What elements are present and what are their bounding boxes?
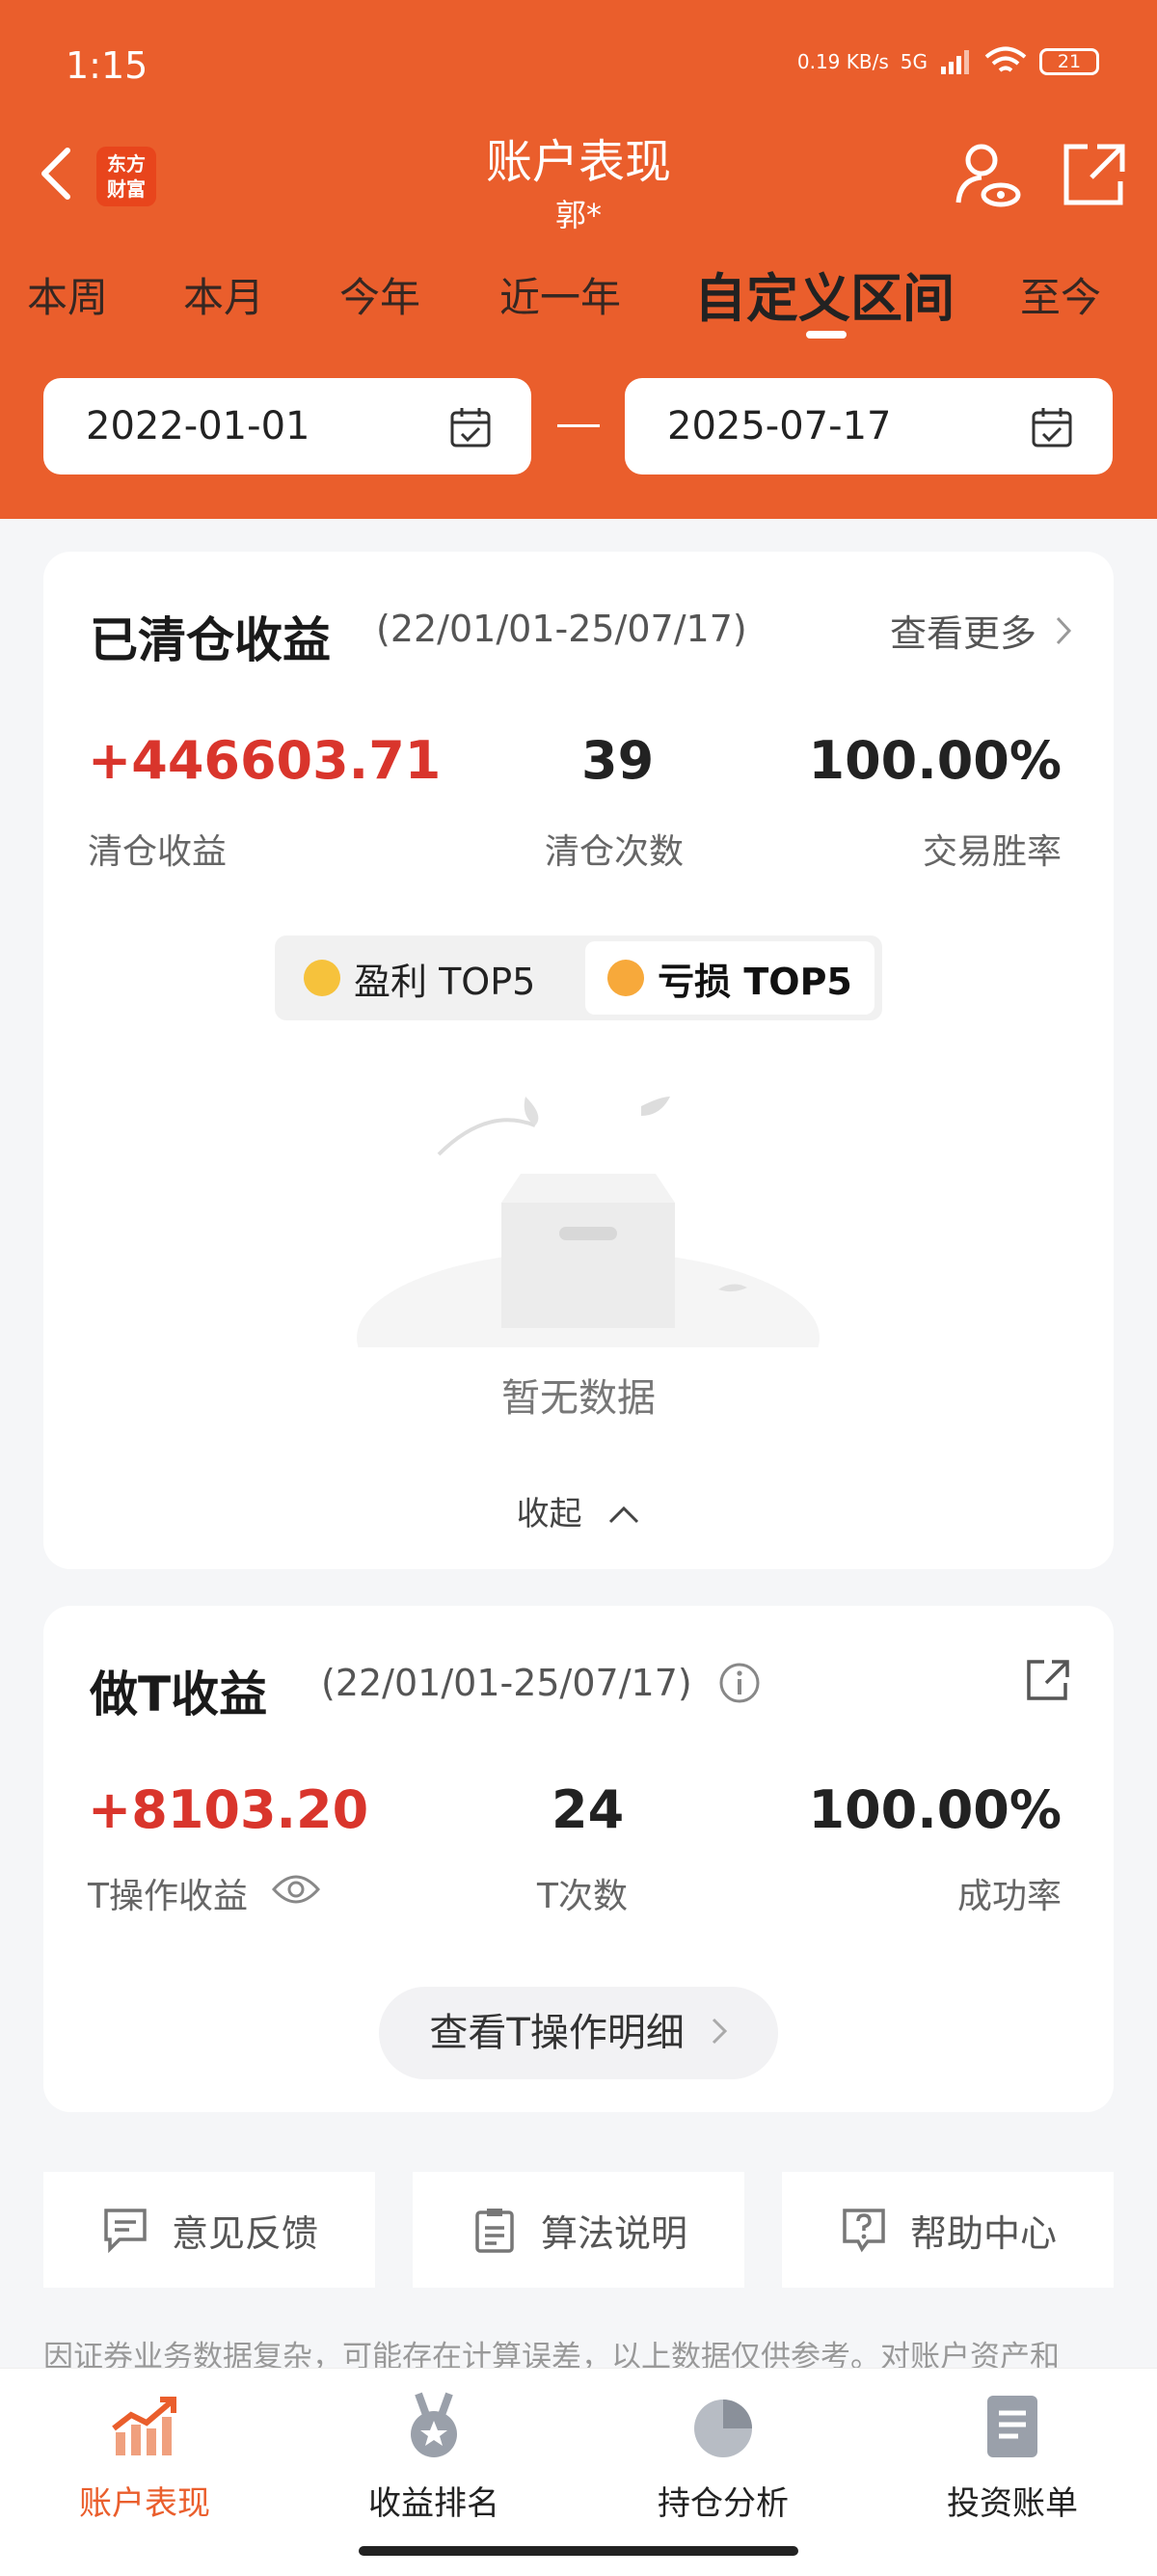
- chevron-right-icon: [712, 2018, 727, 2045]
- t-profit-value: +8103.20: [88, 1779, 369, 1840]
- top5-toggle: 盈利 TOP5 亏损 TOP5: [275, 935, 882, 1020]
- profit-top5-option[interactable]: 盈利 TOP5: [304, 941, 535, 1015]
- battery-icon: 21: [1039, 48, 1099, 75]
- status-time: 1:15: [66, 44, 148, 87]
- t-count-value: 24: [552, 1779, 625, 1840]
- win-rate-value: 100.00%: [808, 730, 1063, 791]
- signal-icon: [941, 50, 969, 74]
- feedback-button[interactable]: 意见反馈: [43, 2172, 375, 2288]
- t-trade-title: 做T收益: [90, 1667, 268, 1722]
- calendar-icon: [450, 408, 491, 447]
- cleared-profit-label: 清仓收益: [88, 832, 228, 872]
- success-rate-value: 100.00%: [808, 1779, 1063, 1840]
- loss-top5-option[interactable]: 亏损 TOP5: [585, 941, 874, 1015]
- cleared-profit-value: +446603.71: [88, 730, 442, 791]
- tabbar-profit-ranking[interactable]: 收益排名: [289, 2390, 578, 2524]
- chevron-up-icon: [609, 1505, 639, 1524]
- chart-up-icon: [112, 2397, 176, 2455]
- network-speed: 0.19 KB/s: [796, 50, 889, 73]
- clipboard-icon: [475, 2209, 514, 2253]
- medal-icon: [411, 2392, 457, 2457]
- cleared-profit-card: 已清仓收益 (22/01/01-25/07/17) 查看更多 +446603.7…: [43, 552, 1114, 1569]
- tab-year[interactable]: 今年: [339, 265, 420, 324]
- feedback-label: 意见反馈: [171, 2211, 318, 2255]
- help-button[interactable]: 帮助中心: [782, 2172, 1114, 2288]
- crying-emoji-icon: [607, 960, 645, 996]
- success-rate-label: 成功率: [956, 1877, 1062, 1916]
- account-view-icon[interactable]: [953, 139, 1024, 210]
- cleared-count-value: 39: [581, 730, 655, 791]
- tabbar-label-ranking: 收益排名: [368, 2484, 499, 2523]
- home-indicator: [359, 2546, 798, 2556]
- collapse-button[interactable]: 收起: [43, 1487, 1114, 1534]
- view-more-link[interactable]: 查看更多: [890, 604, 1073, 657]
- export-icon[interactable]: [1023, 1654, 1073, 1704]
- cleared-count-label: 清仓次数: [545, 832, 685, 872]
- empty-box-illustration: [357, 1097, 820, 1347]
- chevron-right-icon: [1056, 616, 1072, 644]
- t-trade-card: 做T收益 (22/01/01-25/07/17) +8103.20 T操作收益 …: [43, 1606, 1114, 2112]
- profit-top5-label: 盈利 TOP5: [354, 960, 536, 1003]
- battery-level: 21: [1057, 51, 1082, 72]
- tab-month[interactable]: 本月: [183, 265, 264, 324]
- start-date-value: 2022-01-01: [86, 404, 310, 448]
- end-date-value: 2025-07-17: [667, 404, 892, 448]
- bill-icon: [987, 2396, 1037, 2457]
- active-tab-indicator: [806, 331, 847, 339]
- win-rate-label: 交易胜率: [922, 832, 1062, 872]
- share-icon[interactable]: [1059, 139, 1130, 210]
- network-type: 5G: [900, 50, 928, 73]
- tabbar-position-analysis[interactable]: 持仓分析: [578, 2390, 868, 2524]
- empty-state-text: 暂无数据: [501, 1376, 656, 1421]
- t-count-label: T次数: [537, 1877, 628, 1916]
- help-label: 帮助中心: [909, 2211, 1057, 2255]
- t-detail-button[interactable]: 查看T操作明细: [379, 1987, 778, 2079]
- navbar: 东方 财富 账户表现 郭*: [0, 116, 1157, 233]
- t-trade-range: (22/01/01-25/07/17): [321, 1662, 692, 1704]
- help-icon: [843, 2209, 885, 2253]
- t-profit-label: T操作收益: [88, 1877, 248, 1916]
- tab-last-year[interactable]: 近一年: [499, 265, 621, 324]
- loss-top5-label: 亏损 TOP5: [658, 960, 852, 1003]
- tabbar-investment-bill[interactable]: 投资账单: [868, 2390, 1157, 2524]
- date-separator: [557, 424, 600, 427]
- cleared-range: (22/01/01-25/07/17): [376, 608, 747, 650]
- tab-all-time[interactable]: 至今: [1020, 265, 1101, 324]
- pie-chart-icon: [694, 2400, 752, 2457]
- tabbar-label-analysis: 持仓分析: [658, 2484, 789, 2523]
- info-icon[interactable]: [718, 1662, 761, 1704]
- status-bar: 1:15 0.19 KB/s 5G 21: [66, 39, 1099, 96]
- tabbar-account-performance[interactable]: 账户表现: [0, 2390, 289, 2524]
- tabbar-label-bill: 投资账单: [947, 2484, 1078, 2523]
- eye-icon[interactable]: [271, 1870, 321, 1909]
- tabbar-label-performance: 账户表现: [79, 2484, 210, 2523]
- chat-icon: [104, 2209, 147, 2254]
- view-more-label: 查看更多: [889, 612, 1036, 655]
- collapse-label: 收起: [516, 1495, 582, 1533]
- bottom-tab-bar: 账户表现 收益排名 持仓分析 投资账单: [0, 2368, 1157, 2576]
- smile-emoji-icon: [304, 960, 340, 996]
- cleared-title: 已清仓收益: [90, 612, 331, 668]
- tab-custom-range[interactable]: 自定义区间: [694, 256, 955, 332]
- calendar-icon: [1032, 408, 1072, 447]
- start-date-field[interactable]: 2022-01-01: [43, 378, 531, 475]
- end-date-field[interactable]: 2025-07-17: [625, 378, 1113, 475]
- wifi-icon: [984, 46, 1027, 72]
- tab-week[interactable]: 本周: [27, 265, 108, 324]
- algorithm-button[interactable]: 算法说明: [413, 2172, 744, 2288]
- t-detail-label: 查看T操作明细: [429, 2011, 685, 2055]
- status-icons: 0.19 KB/s 5G 21: [797, 46, 1099, 77]
- algorithm-label: 算法说明: [540, 2211, 687, 2255]
